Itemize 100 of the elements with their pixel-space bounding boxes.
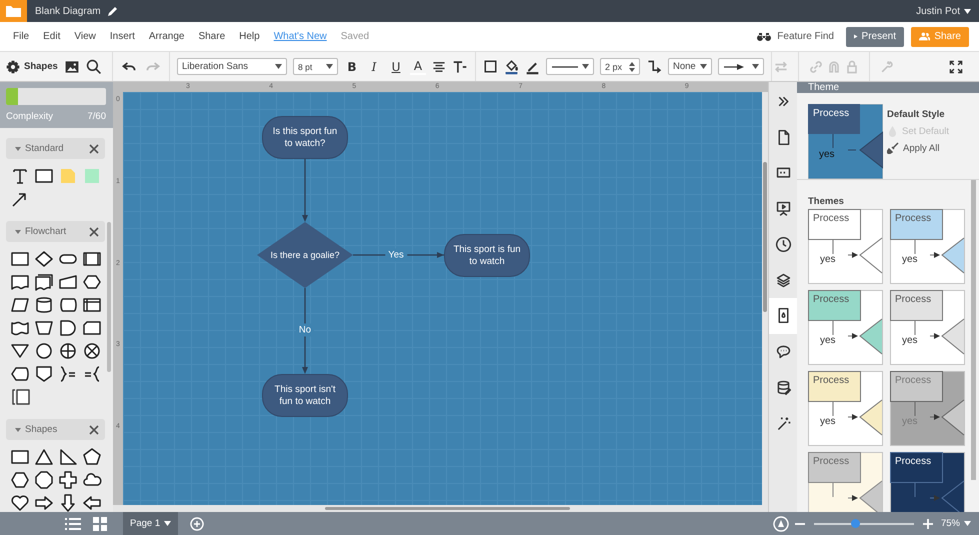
fullscreen-icon[interactable] [949,60,963,74]
arrow-line-icon [723,62,745,70]
bracket-note-icon[interactable] [10,387,30,407]
theme-button[interactable] [769,298,797,334]
scrollbar-thumb[interactable] [763,162,767,312]
list-view-icon[interactable] [65,516,81,530]
terminal-node[interactable]: Is this sport fun to watch? [262,116,348,159]
decision-icon[interactable] [34,249,54,269]
octagon-icon[interactable] [34,470,54,490]
border-icon[interactable] [483,59,498,74]
shapes-button[interactable]: Shapes [6,56,58,76]
cylinder-icon[interactable] [34,295,54,315]
brace-note-icon[interactable] [82,364,102,384]
yes-label: yes [902,254,918,265]
zoom-level[interactable]: 75% [940,518,960,529]
theme-thumbnail[interactable]: Process yes [808,209,883,284]
line-start-select[interactable]: None [668,58,712,75]
close-icon[interactable] [89,144,99,154]
theme-thumbnail[interactable]: Process yes [890,290,965,365]
italic-button[interactable]: I [366,56,382,76]
menu-item[interactable]: Share [198,31,226,42]
database-icon [774,378,792,396]
text-size-icon[interactable] [452,60,468,74]
brush-icon [887,142,899,154]
menu-item[interactable]: Insert [110,31,135,42]
navigator-icon[interactable] [772,516,789,532]
caret-icon[interactable] [964,8,971,14]
apply-all-button[interactable]: Apply All [887,142,940,154]
menu-item[interactable]: Edit [43,31,60,42]
delay-icon[interactable] [58,318,78,338]
feature-find-link[interactable]: Feature Find [777,31,834,42]
library-header[interactable]: Standard [6,138,105,159]
default-style-preview[interactable]: Process yes [808,104,883,179]
terminal-node[interactable]: This sport isn't fun to watch [262,374,348,417]
yes-label: yes [820,416,836,427]
yes-label: yes [902,335,918,346]
underline-button[interactable]: U [388,56,404,76]
cross-icon[interactable] [58,470,78,490]
image-icon[interactable] [64,58,80,74]
scrollbar[interactable] [107,222,111,372]
summing-junction-icon[interactable] [58,341,78,361]
people-icon [919,32,930,41]
search-icon[interactable] [86,58,102,74]
multi-document-icon[interactable] [34,272,54,292]
spinner-arrows-icon[interactable] [629,62,635,72]
gear-icon [6,60,20,74]
present-button[interactable]: Present [846,26,904,46]
zoom-in-icon[interactable] [922,518,933,528]
grid-view-icon[interactable] [93,516,107,530]
menu-item[interactable]: Help [239,31,260,42]
hexagon-icon[interactable] [10,470,30,490]
font-select[interactable]: Liberation Sans [177,58,287,75]
terminal-node[interactable]: This sport is fun to watch [444,234,530,277]
pencil-icon[interactable] [106,6,118,16]
line-end-select[interactable] [718,58,764,75]
presentation-icon [774,200,792,218]
line-width-field[interactable]: 2 px [600,58,640,75]
pentagon-icon[interactable] [82,447,102,467]
user-name[interactable]: Justin Pot [916,6,960,16]
align-center-icon[interactable] [432,60,446,74]
binoculars-icon[interactable] [756,31,772,42]
add-page-icon[interactable] [190,516,204,530]
close-icon[interactable] [89,226,99,236]
elbow-connector-icon[interactable] [646,58,662,74]
save-status: Saved [340,31,370,42]
right-triangle-icon[interactable] [58,447,78,467]
bold-button[interactable]: B [344,56,360,76]
theme-thumbnail[interactable]: Process [890,452,965,512]
decision-node[interactable]: Is there a goalie? [257,222,353,288]
menu-item[interactable]: Arrange [148,31,184,42]
connector-label[interactable]: Yes [385,248,407,262]
off-page-icon[interactable] [34,364,54,384]
page-tab[interactable]: Page 1 [123,512,178,535]
library-header[interactable]: Shapes [6,419,105,440]
theme-thumbnail[interactable]: Process yes [808,371,883,446]
font-size-select[interactable]: 8 pt [293,58,338,75]
triangle-icon[interactable] [34,447,54,467]
complexity-label: Complexity [6,111,53,122]
text-color-button[interactable]: A [410,58,426,74]
scrollbar-thumb[interactable] [325,507,570,510]
menu-item[interactable]: File [13,31,30,42]
close-icon[interactable] [89,424,99,434]
diagram-canvas[interactable]: Is this sport fun to watch? Is there a goalie? Yes This sport is fun to watch No This sport isn't fun to watch [123,92,762,505]
paint-bucket-icon[interactable] [504,58,519,74]
caret-icon [15,426,21,432]
or-icon[interactable] [82,341,102,361]
document-title[interactable]: Blank Diagram [35,6,101,16]
brace-note-icon[interactable] [58,364,78,384]
connector-arrow[interactable] [353,252,444,258]
menu-item[interactable]: View [74,31,96,42]
theme-thumbnail[interactable]: Process yes [808,290,883,365]
slider-thumb[interactable] [850,518,860,528]
scrollbar[interactable] [971,180,976,480]
caret-icon [326,64,333,69]
connector-label[interactable]: No [296,324,314,336]
heart-icon[interactable] [10,493,30,512]
theme-thumbnail[interactable]: Process yes [890,209,965,284]
wrench-icon [879,58,895,74]
line-style-select[interactable] [546,58,594,75]
library-header[interactable]: Flowchart [6,221,105,242]
